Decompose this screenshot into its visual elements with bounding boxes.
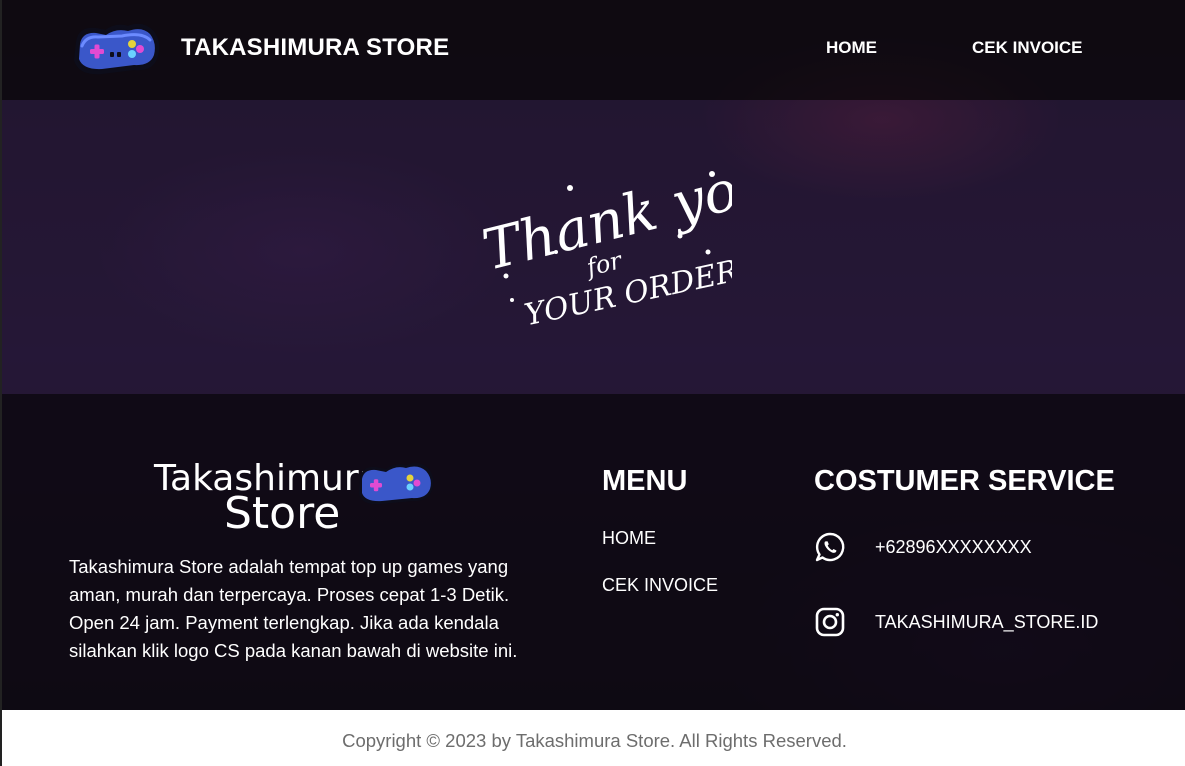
footer-logo[interactable]: Takashimura Store [152,448,442,539]
thank-you-for-your-order-lettering: Thank you for YOUR ORDER [472,149,779,333]
whatsapp-icon[interactable] [814,531,846,563]
gamepad-icon[interactable] [72,20,160,76]
whatsapp-number[interactable]: +62896XXXXXXXX [875,537,1032,558]
copyright-bar: Copyright © 2023 by Takashimura Store. A… [2,710,1185,766]
nav-home-link[interactable]: HOME [826,38,877,58]
brand-name[interactable]: TAKASHIMURA STORE [181,34,449,62]
footer-logo-text-bottom: Store [224,488,340,538]
store-description: Takashimura Store adalah tempat top up g… [69,556,518,661]
copyright-text: Copyright © 2023 by Takashimura Store. A… [342,730,847,751]
instagram-icon[interactable] [814,606,846,638]
footer-menu-cek-invoice-link[interactable]: CEK INVOICE [602,575,718,596]
page: TAKASHIMURA STORE HOME CEK INVOICE Thank… [0,0,1185,766]
menu-heading: MENU [602,465,688,497]
instagram-contact[interactable]: TAKASHIMURA_STORE.ID [814,606,1144,638]
site-header: TAKASHIMURA STORE HOME CEK INVOICE [2,0,1185,100]
footer-gamepad-icon [359,463,434,505]
customer-service-heading: COSTUMER SERVICE [814,465,1115,497]
footer-menu-home-link[interactable]: HOME [602,528,656,549]
instagram-handle[interactable]: TAKASHIMURA_STORE.ID [875,612,1098,633]
whatsapp-contact[interactable]: +62896XXXXXXXX [814,531,1144,563]
nav-cek-invoice-link[interactable]: CEK INVOICE [972,38,1083,58]
